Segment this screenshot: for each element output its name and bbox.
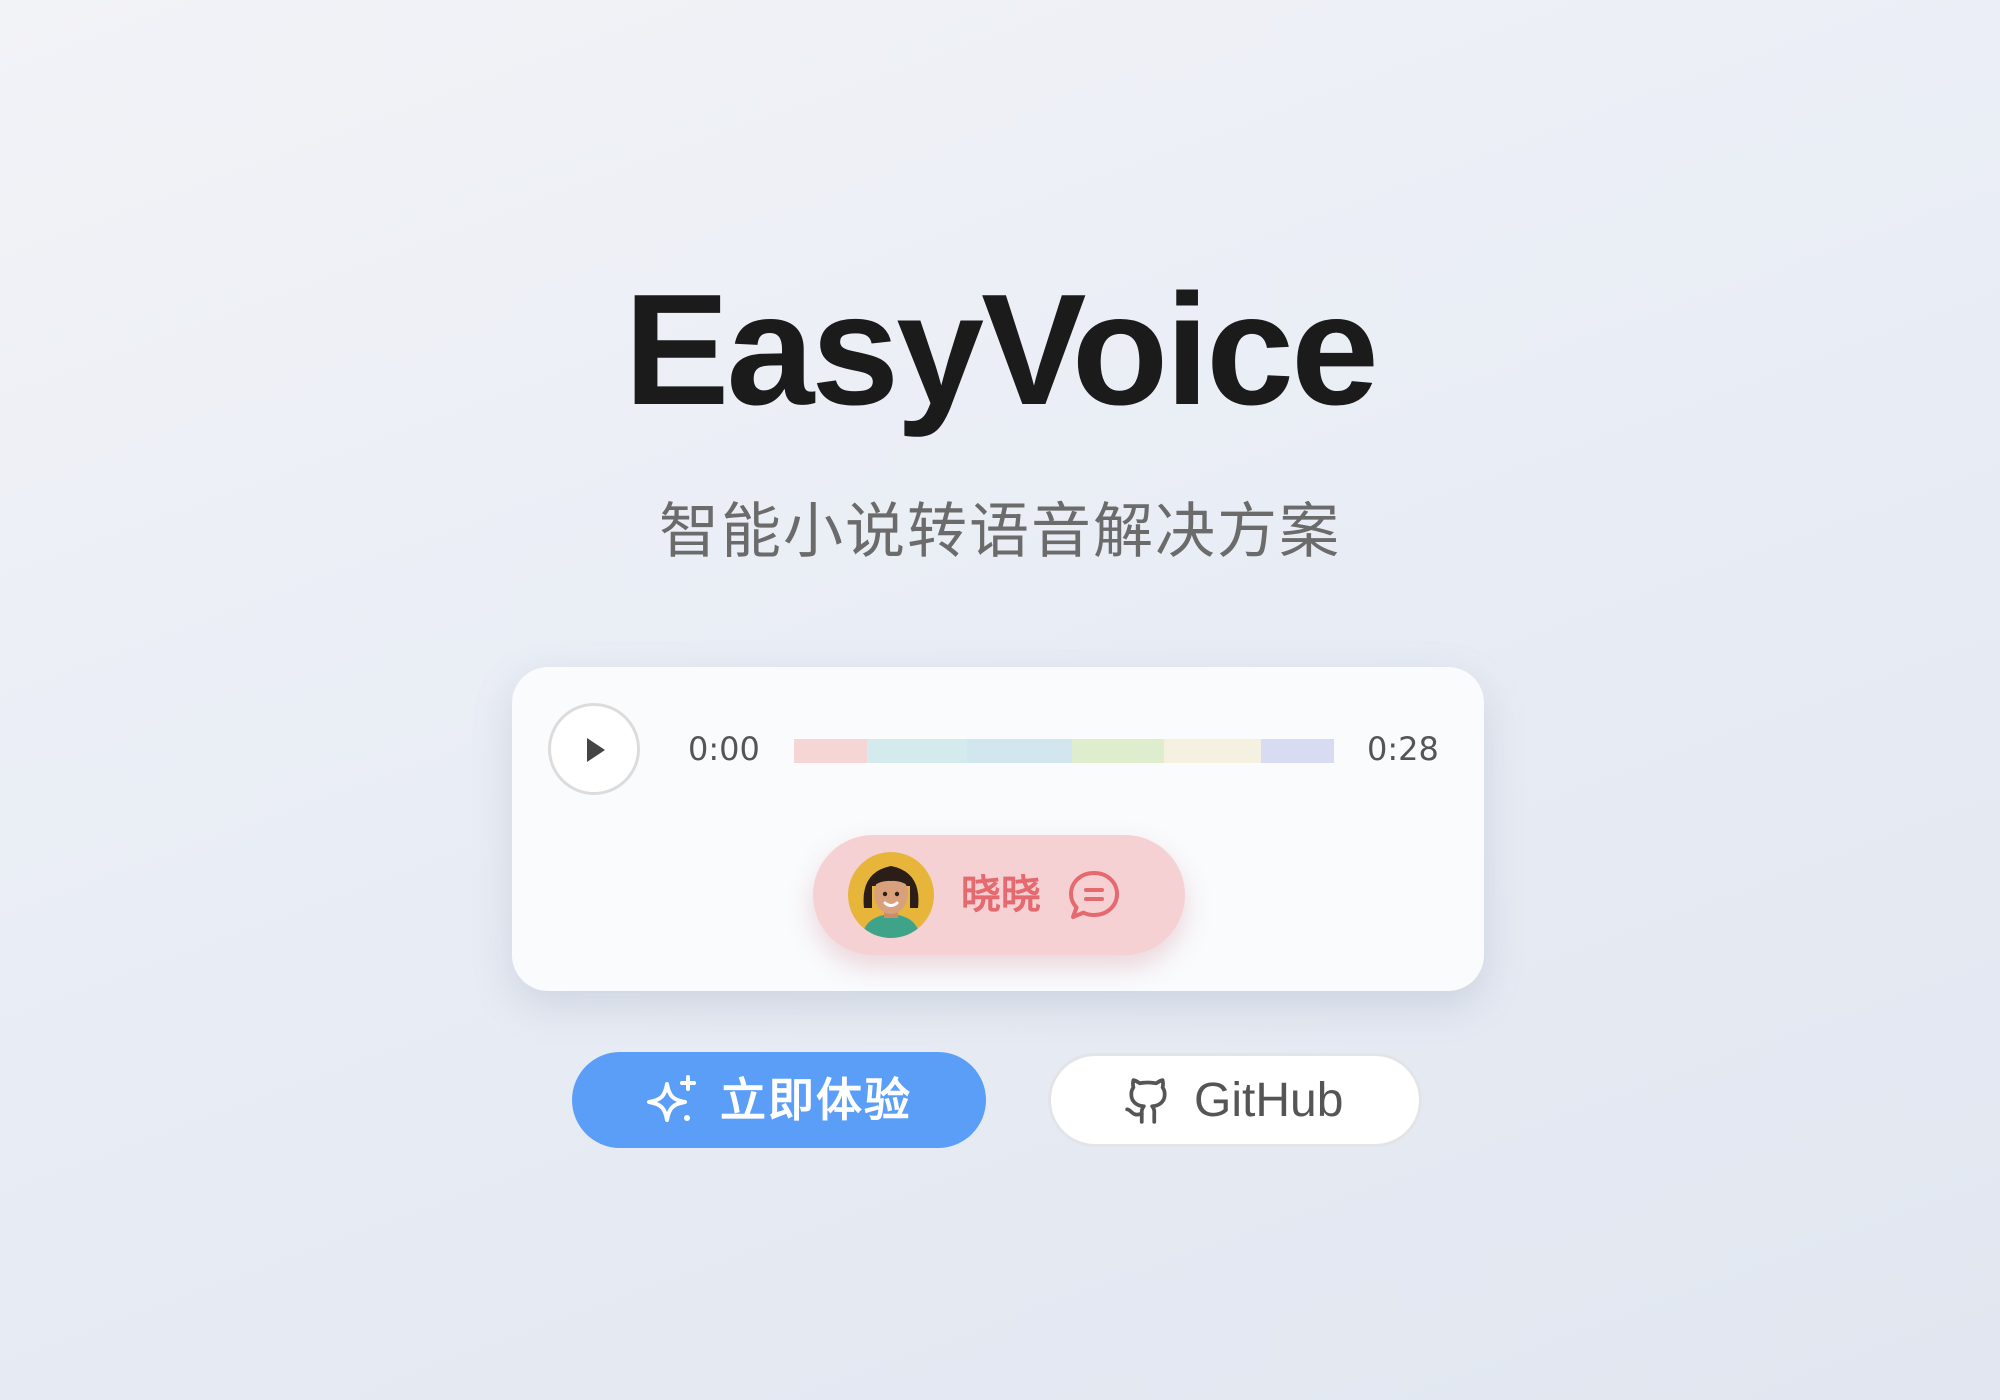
progress-segment-5: [1163, 739, 1262, 763]
audio-player-card: 0:00 0:28 晓晓: [512, 667, 1484, 991]
play-icon: [587, 738, 605, 762]
progress-segment-6: [1261, 739, 1335, 763]
chat-bubble-icon: [1069, 871, 1119, 919]
github-label: GitHub: [1194, 1074, 1344, 1127]
progress-segment-2: [866, 739, 967, 763]
page-title: EasyVoice: [624, 262, 1379, 438]
progress-segment-1: [794, 739, 867, 763]
play-button[interactable]: [548, 703, 640, 795]
total-time: 0:28: [1367, 730, 1439, 768]
progress-segment-4: [1072, 739, 1164, 763]
github-button[interactable]: GitHub: [1048, 1053, 1422, 1147]
page-subtitle: 智能小说转语音解决方案: [659, 497, 1341, 567]
speaker-name: 晓晓: [961, 872, 1041, 918]
try-now-label: 立即体验: [720, 1073, 912, 1127]
sparkle-icon: [647, 1075, 696, 1122]
speaker-chip[interactable]: 晓晓: [813, 835, 1185, 955]
current-time: 0:00: [688, 730, 760, 768]
github-icon: [1125, 1078, 1167, 1124]
progress-segment-3: [966, 739, 1073, 763]
girl-avatar-icon: [848, 852, 934, 938]
try-now-button[interactable]: 立即体验: [572, 1052, 986, 1148]
progress-bar[interactable]: [794, 739, 1335, 763]
